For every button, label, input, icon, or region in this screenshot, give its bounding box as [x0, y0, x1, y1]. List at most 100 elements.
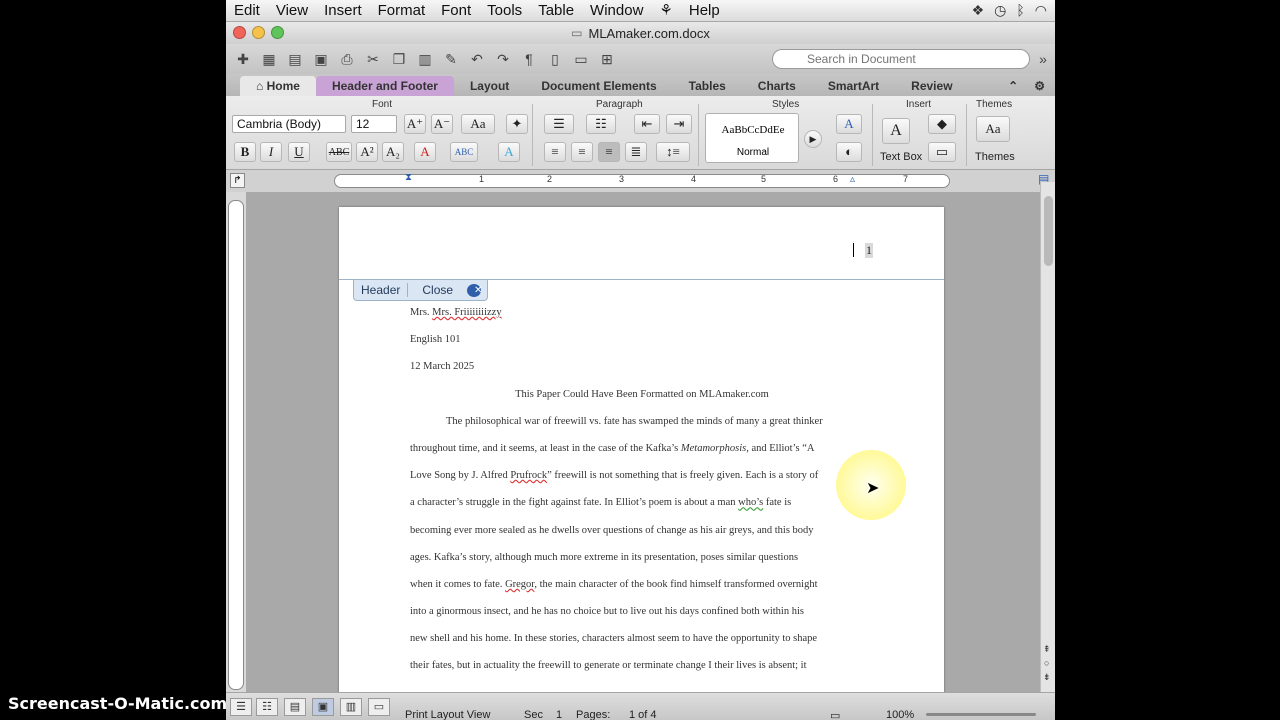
underline-button[interactable]: U: [288, 142, 310, 162]
cut-icon[interactable]: ✂: [362, 48, 384, 70]
clear-formatting-icon[interactable]: ✦: [506, 114, 528, 134]
browse-object-icon[interactable]: ○: [1044, 658, 1049, 668]
header-close-button[interactable]: Close: [408, 283, 467, 297]
picture-icon[interactable]: ▭: [928, 142, 956, 162]
themes-label[interactable]: Themes: [975, 151, 1015, 163]
tab-layout[interactable]: Layout: [454, 76, 525, 96]
next-page-icon[interactable]: ⇟: [1043, 672, 1051, 683]
align-right-icon[interactable]: ≡: [598, 142, 620, 162]
right-indent-marker-icon[interactable]: ▵: [850, 174, 855, 185]
vertical-ruler[interactable]: [228, 200, 244, 690]
highlight-icon[interactable]: ABC: [450, 142, 478, 162]
shrink-font-icon[interactable]: A⁻: [431, 114, 453, 134]
increase-indent-icon[interactable]: ⇥: [666, 114, 692, 134]
show-formatting-icon[interactable]: ¶: [518, 48, 540, 70]
vertical-scrollbar[interactable]: ⇞ ○ ⇟: [1040, 182, 1055, 692]
format-painter-icon[interactable]: ✎: [440, 48, 462, 70]
ribbon-settings-icon[interactable]: ⚙: [1024, 76, 1055, 96]
gallery-icon[interactable]: ▦: [258, 48, 280, 70]
toolbar-overflow-icon[interactable]: »: [1032, 48, 1054, 70]
font-name-select[interactable]: Cambria (Body): [232, 115, 346, 133]
style-pane-icon[interactable]: A: [836, 114, 862, 134]
publishing-view-icon[interactable]: ▤: [284, 698, 306, 716]
copy-icon[interactable]: ❐: [388, 48, 410, 70]
menu-insert[interactable]: Insert: [316, 0, 370, 22]
zoom-window-button[interactable]: [271, 26, 284, 39]
focus-view-icon[interactable]: ▭: [368, 698, 390, 716]
themes-icon[interactable]: Aa: [976, 116, 1010, 142]
close-icon[interactable]: ✕: [467, 283, 482, 297]
text-box-icon[interactable]: A: [882, 118, 910, 144]
draft-view-icon[interactable]: ☰: [230, 698, 252, 716]
redo-icon[interactable]: ↷: [492, 48, 514, 70]
minimize-window-button[interactable]: [252, 26, 265, 39]
undo-icon[interactable]: ↶: [466, 48, 488, 70]
menu-view[interactable]: View: [268, 0, 316, 22]
styles-next-icon[interactable]: ▶: [804, 130, 822, 148]
open-icon[interactable]: ▤: [284, 48, 306, 70]
notebook-view-icon[interactable]: ▥: [340, 698, 362, 716]
save-icon[interactable]: ▣: [310, 48, 332, 70]
tab-document-elements[interactable]: Document Elements: [525, 76, 672, 96]
bullets-icon[interactable]: ☰: [544, 114, 574, 134]
strikethrough-button[interactable]: ABC: [326, 142, 352, 162]
line-spacing-icon[interactable]: ↕≡: [656, 142, 690, 162]
previous-page-icon[interactable]: ⇞: [1043, 644, 1051, 655]
close-window-button[interactable]: [233, 26, 246, 39]
tab-review[interactable]: Review: [895, 76, 968, 96]
text-box-label[interactable]: Text Box: [880, 151, 922, 163]
wifi-icon[interactable]: ◠: [1035, 2, 1047, 19]
menu-tools[interactable]: Tools: [479, 0, 530, 22]
search-input[interactable]: [772, 49, 1030, 69]
font-size-select[interactable]: 12: [351, 115, 397, 133]
grow-font-icon[interactable]: A⁺: [404, 114, 426, 134]
shape-icon[interactable]: ◆: [928, 114, 956, 134]
horizontal-ruler[interactable]: 1 2 3 4 5 6 7 ⧗ ▵: [334, 172, 950, 188]
justify-icon[interactable]: ≣: [625, 142, 647, 162]
bold-button[interactable]: B: [234, 142, 256, 162]
bluetooth-icon[interactable]: ᛒ: [1016, 2, 1024, 19]
menu-format[interactable]: Format: [370, 0, 434, 22]
scroll-thumb[interactable]: [1044, 196, 1053, 266]
italic-button[interactable]: I: [260, 142, 282, 162]
tab-tables[interactable]: Tables: [673, 76, 742, 96]
styles-gallery[interactable]: AaBbCcDdEe Normal: [705, 113, 799, 163]
change-case-icon[interactable]: Aa: [461, 114, 495, 134]
align-left-icon[interactable]: ≡: [544, 142, 566, 162]
print-layout-view-icon[interactable]: ▣: [312, 698, 334, 716]
align-center-icon[interactable]: ≡: [571, 142, 593, 162]
toolbox-icon[interactable]: ▭: [570, 48, 592, 70]
menu-font[interactable]: Font: [433, 0, 479, 22]
page[interactable]: 1 on Header Close ✕ Mrs. Mrs. Friiiiiiii…: [339, 207, 944, 692]
subscript-button[interactable]: A₂: [382, 142, 404, 162]
script-menu-icon[interactable]: ⚘: [651, 0, 680, 22]
tab-selector-icon[interactable]: ↱: [230, 173, 245, 188]
print-icon[interactable]: ⎙: [336, 48, 358, 70]
decrease-indent-icon[interactable]: ⇤: [634, 114, 660, 134]
tab-home[interactable]: ⌂ Home: [240, 76, 316, 96]
superscript-button[interactable]: A²: [356, 142, 378, 162]
text-effects-icon[interactable]: A: [498, 142, 520, 162]
document-body[interactable]: Mrs. Mrs. Friiiiiiiizzy English 101 12 M…: [410, 299, 874, 680]
track-changes-icon[interactable]: ▭: [830, 709, 840, 720]
tab-header-and-footer[interactable]: Header and Footer: [315, 76, 454, 96]
font-color-icon[interactable]: A: [414, 142, 436, 162]
menu-window[interactable]: Window: [582, 0, 651, 22]
manage-styles-icon[interactable]: ◐: [836, 142, 862, 162]
numbering-icon[interactable]: ☷: [586, 114, 616, 134]
outline-view-icon[interactable]: ☷: [256, 698, 278, 716]
sidebar-icon[interactable]: ▯: [544, 48, 566, 70]
new-document-icon[interactable]: ✚: [232, 48, 254, 70]
menu-edit[interactable]: Edit: [226, 0, 268, 22]
tab-charts[interactable]: Charts: [742, 76, 812, 96]
header-area[interactable]: 1: [339, 207, 944, 280]
zoom-icon[interactable]: ⊞: [596, 48, 618, 70]
paste-icon[interactable]: ▥: [414, 48, 436, 70]
time-machine-icon[interactable]: ◷: [994, 2, 1006, 19]
tab-smartart[interactable]: SmartArt: [812, 76, 895, 96]
menu-help[interactable]: Help: [681, 0, 728, 22]
dropbox-icon[interactable]: ❖: [972, 2, 985, 19]
zoom-slider[interactable]: [926, 713, 1036, 716]
menu-table[interactable]: Table: [530, 0, 582, 22]
indent-marker-icon[interactable]: ⧗: [405, 172, 412, 183]
